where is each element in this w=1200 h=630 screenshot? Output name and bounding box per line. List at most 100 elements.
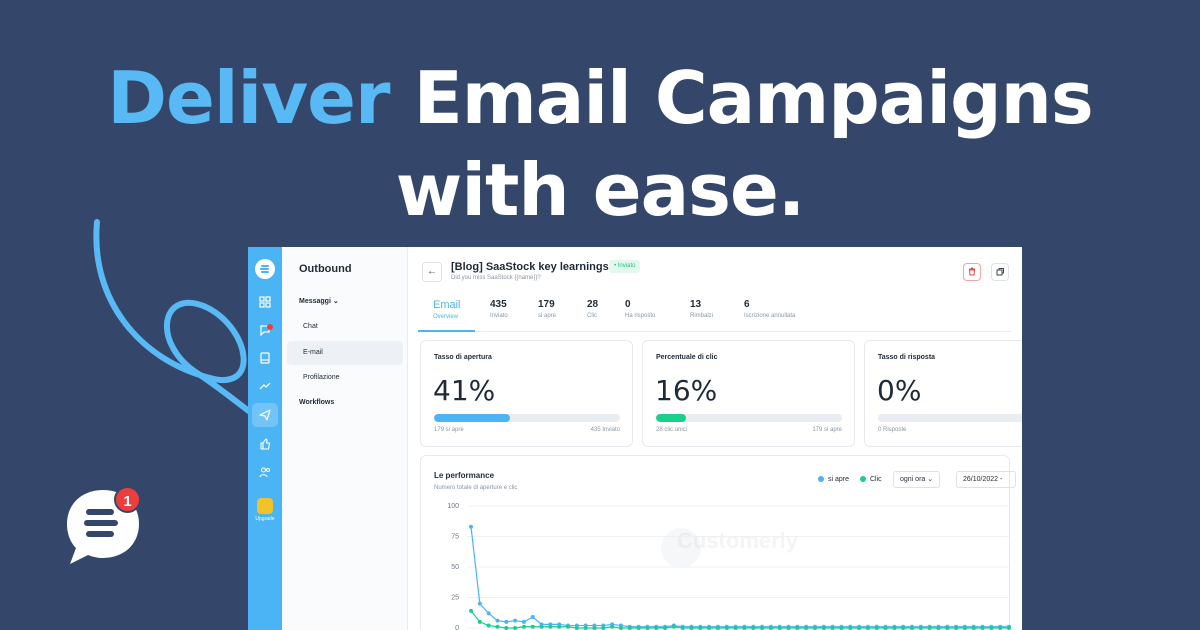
thumbs-up-icon[interactable] bbox=[258, 437, 272, 451]
data-point[interactable] bbox=[954, 626, 959, 630]
data-point[interactable] bbox=[495, 624, 500, 629]
subnav-group-messaggi[interactable]: Messaggi ⌄ bbox=[299, 297, 339, 305]
data-point[interactable] bbox=[998, 626, 1003, 630]
data-point[interactable] bbox=[980, 626, 985, 630]
data-point[interactable] bbox=[671, 624, 676, 629]
data-point[interactable] bbox=[804, 626, 809, 630]
data-point[interactable] bbox=[513, 618, 518, 623]
data-point[interactable] bbox=[768, 626, 773, 630]
data-point[interactable] bbox=[495, 618, 500, 623]
data-point[interactable] bbox=[469, 524, 473, 529]
card-value: 41% bbox=[433, 374, 496, 407]
data-point[interactable] bbox=[962, 626, 967, 630]
data-point[interactable] bbox=[742, 626, 747, 630]
data-point[interactable] bbox=[636, 626, 641, 630]
data-point[interactable] bbox=[654, 626, 659, 630]
data-point[interactable] bbox=[566, 624, 571, 629]
duplicate-button[interactable] bbox=[991, 263, 1009, 281]
data-point[interactable] bbox=[839, 626, 844, 630]
subnav-item-workflows[interactable]: Workflows bbox=[299, 399, 334, 406]
subnav-item-email[interactable]: E-mail bbox=[303, 349, 323, 356]
data-point[interactable] bbox=[680, 626, 685, 630]
data-point[interactable] bbox=[821, 626, 826, 630]
data-point[interactable] bbox=[715, 626, 720, 630]
tab-ha-risposto[interactable]: 0 Ha risposto bbox=[625, 299, 655, 319]
dashboard-icon[interactable] bbox=[258, 295, 272, 309]
data-point[interactable] bbox=[777, 626, 782, 630]
data-point[interactable] bbox=[724, 626, 729, 630]
tab-iscrizione-annullata[interactable]: 6 Iscrizione annullata bbox=[744, 299, 795, 319]
data-point[interactable] bbox=[689, 626, 694, 630]
data-point[interactable] bbox=[909, 626, 914, 630]
data-point[interactable] bbox=[795, 626, 800, 630]
data-point[interactable] bbox=[857, 626, 862, 630]
data-point[interactable] bbox=[751, 626, 756, 630]
tab-si-apre[interactable]: 179 si apre bbox=[538, 299, 556, 319]
data-point[interactable] bbox=[786, 626, 791, 630]
data-point[interactable] bbox=[477, 619, 482, 624]
data-point[interactable] bbox=[918, 626, 923, 630]
contacts-icon[interactable] bbox=[258, 465, 272, 479]
data-point[interactable] bbox=[989, 626, 994, 630]
data-point[interactable] bbox=[521, 624, 526, 629]
data-point[interactable] bbox=[707, 626, 712, 630]
tab-rimbalzi[interactable]: 13 Rimbalzi bbox=[690, 299, 713, 319]
data-point[interactable] bbox=[698, 626, 703, 630]
data-point[interactable] bbox=[592, 626, 597, 630]
knowledge-base-icon[interactable] bbox=[258, 351, 272, 365]
tab-inviato[interactable]: 435 Inviato bbox=[490, 299, 508, 319]
data-point[interactable] bbox=[557, 624, 562, 629]
data-point[interactable] bbox=[539, 624, 544, 629]
upgrade-label[interactable]: Upgrade bbox=[248, 516, 282, 522]
data-point[interactable] bbox=[574, 626, 579, 630]
data-point[interactable] bbox=[874, 626, 879, 630]
data-point[interactable] bbox=[521, 619, 526, 624]
data-point[interactable] bbox=[971, 626, 976, 630]
data-point[interactable] bbox=[530, 615, 535, 620]
data-point[interactable] bbox=[830, 626, 835, 630]
data-point[interactable] bbox=[645, 626, 650, 630]
data-point[interactable] bbox=[760, 626, 765, 630]
data-point[interactable] bbox=[936, 626, 941, 630]
rocket-icon[interactable] bbox=[257, 498, 273, 514]
performance-chart: 0 25 50 75 100 bbox=[447, 503, 1011, 630]
data-point[interactable] bbox=[504, 626, 509, 630]
delete-button[interactable] bbox=[963, 263, 981, 281]
data-point[interactable] bbox=[486, 611, 491, 616]
data-point[interactable] bbox=[927, 626, 932, 630]
y-tick-label: 75 bbox=[451, 534, 459, 541]
status-badge: • Inviato bbox=[609, 260, 641, 273]
data-point[interactable] bbox=[530, 624, 535, 629]
tab-overview[interactable]: Email Overview bbox=[433, 299, 461, 320]
data-point[interactable] bbox=[892, 626, 897, 630]
campaign-title: [Blog] SaaStock key learnings bbox=[451, 261, 609, 273]
data-point[interactable] bbox=[848, 626, 853, 630]
analytics-icon[interactable] bbox=[258, 379, 272, 393]
open-rate-card: Tasso di apertura 41% 179 si apre 435 In… bbox=[420, 340, 633, 447]
data-point[interactable] bbox=[486, 623, 491, 628]
data-point[interactable] bbox=[469, 608, 473, 613]
data-point[interactable] bbox=[663, 626, 668, 630]
tab-clic[interactable]: 28 Clic bbox=[587, 299, 598, 319]
data-point[interactable] bbox=[548, 624, 553, 629]
data-point[interactable] bbox=[618, 626, 623, 630]
data-point[interactable] bbox=[477, 601, 482, 606]
data-point[interactable] bbox=[513, 626, 518, 630]
data-point[interactable] bbox=[583, 626, 588, 630]
send-icon[interactable] bbox=[258, 408, 272, 422]
data-point[interactable] bbox=[1007, 626, 1011, 630]
data-point[interactable] bbox=[901, 626, 906, 630]
data-point[interactable] bbox=[733, 626, 738, 630]
app-logo-icon[interactable] bbox=[255, 259, 275, 279]
data-point[interactable] bbox=[601, 626, 606, 630]
back-button[interactable]: ← bbox=[422, 262, 442, 282]
subnav-item-profilazione[interactable]: Profilazione bbox=[303, 374, 340, 381]
subnav-item-chat[interactable]: Chat bbox=[303, 323, 318, 330]
data-point[interactable] bbox=[504, 619, 509, 624]
data-point[interactable] bbox=[610, 624, 615, 629]
data-point[interactable] bbox=[865, 626, 870, 630]
data-point[interactable] bbox=[945, 626, 950, 630]
data-point[interactable] bbox=[883, 626, 888, 630]
data-point[interactable] bbox=[812, 626, 817, 630]
data-point[interactable] bbox=[627, 626, 632, 630]
